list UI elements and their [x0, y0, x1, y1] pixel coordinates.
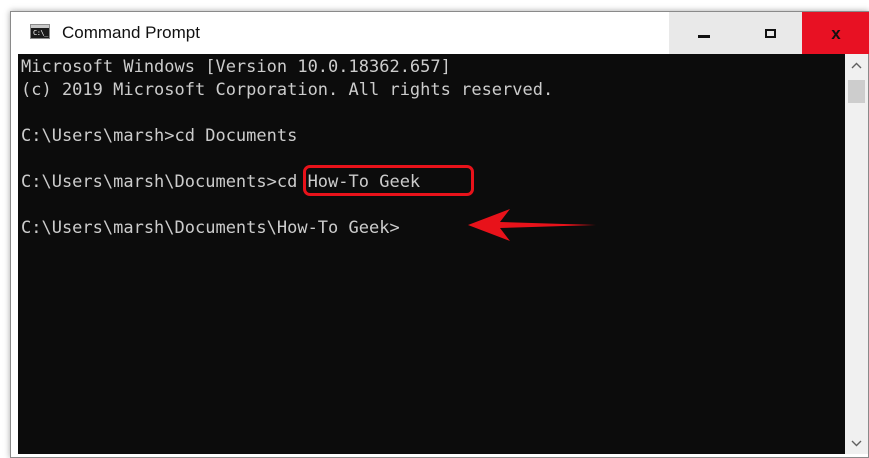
red-arrow-annotation-icon	[468, 209, 596, 241]
maximize-icon	[765, 28, 776, 38]
console-line: Microsoft Windows [Version 10.0.18362.65…	[21, 57, 451, 77]
scroll-up-button[interactable]	[845, 54, 868, 76]
console-line: C:\Users\marsh>cd Documents	[21, 126, 298, 146]
console-prompt-line: C:\Users\marsh\Documents\How-To Geek>	[21, 218, 400, 238]
command-prompt-window: C:\_ Command Prompt x Microsoft Windows …	[10, 11, 869, 458]
command-prompt-icon[interactable]: C:\_	[30, 24, 50, 39]
vertical-scrollbar[interactable]	[845, 54, 868, 454]
minimize-icon	[697, 34, 710, 38]
scroll-up-arrow-icon	[851, 62, 862, 68]
scroll-down-button[interactable]	[845, 432, 868, 454]
scrollbar-thumb[interactable]	[848, 80, 865, 103]
console-output[interactable]: Microsoft Windows [Version 10.0.18362.65…	[18, 54, 845, 454]
close-button[interactable]: x	[802, 12, 869, 54]
window-title: Command Prompt	[62, 23, 200, 42]
console-line: (c) 2019 Microsoft Corporation. All righ…	[21, 80, 554, 100]
close-icon: x	[831, 23, 841, 43]
scroll-down-arrow-icon	[851, 440, 862, 446]
minimize-button[interactable]	[669, 12, 738, 54]
maximize-button[interactable]	[736, 12, 805, 54]
highlight-annotation-box	[303, 165, 474, 196]
title-bar[interactable]: C:\_ Command Prompt x	[11, 12, 869, 54]
